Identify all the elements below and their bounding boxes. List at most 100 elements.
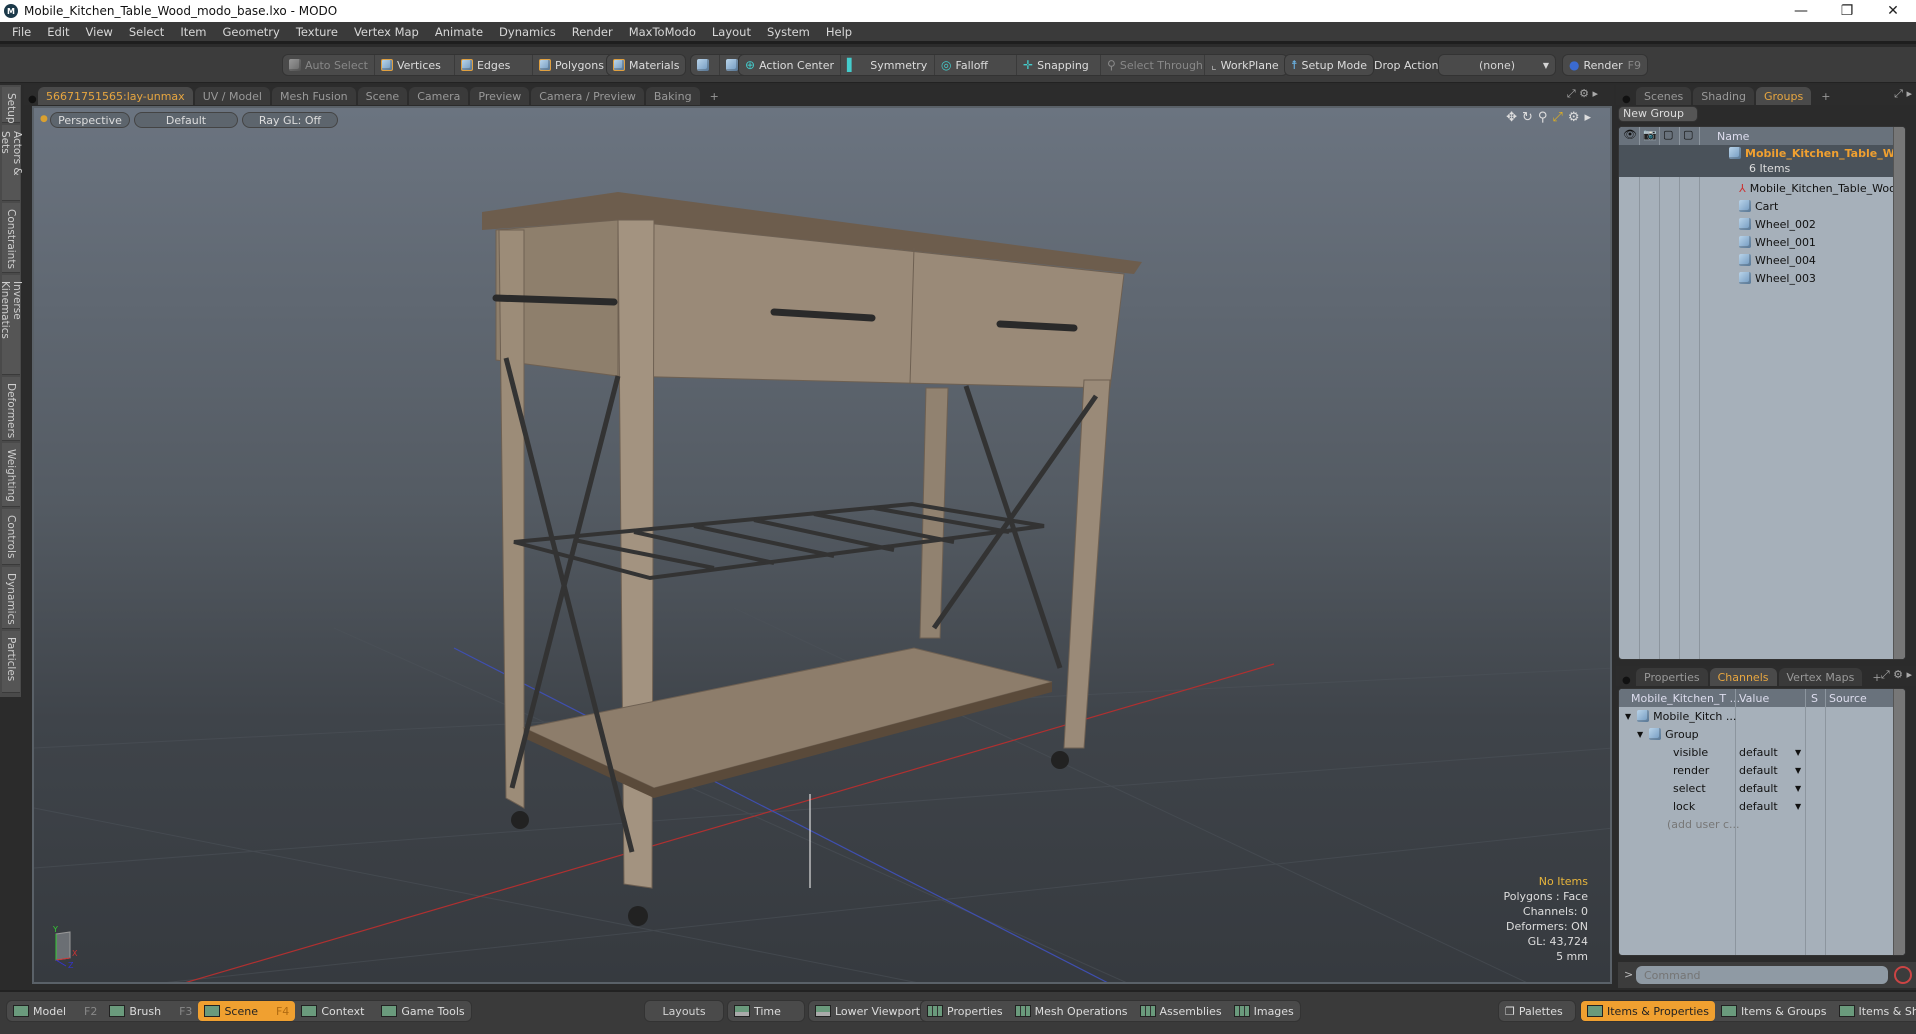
falloff-button[interactable]: ◎ Falloff bbox=[935, 55, 1018, 75]
images-button[interactable]: Images bbox=[1228, 1001, 1300, 1021]
menu-item[interactable]: Item bbox=[172, 25, 214, 39]
menu-maxtomodo[interactable]: MaxToModo bbox=[621, 25, 704, 39]
menu-file[interactable]: File bbox=[0, 25, 39, 39]
menu-help[interactable]: Help bbox=[818, 25, 860, 39]
menu-view[interactable]: View bbox=[78, 25, 121, 39]
materials-button[interactable]: Materials bbox=[607, 55, 685, 75]
menu-render[interactable]: Render bbox=[564, 25, 621, 39]
list-item[interactable]: Wheel_002 bbox=[1619, 215, 1905, 233]
item-mode-button[interactable] bbox=[691, 55, 720, 75]
viewport-options-icons[interactable]: ⤢ ⚙ ▸ bbox=[1567, 87, 1598, 101]
channel-row[interactable]: visible default ▼ bbox=[1619, 743, 1905, 761]
tab-weighting[interactable]: Weighting bbox=[2, 443, 20, 507]
channels-scrollbar[interactable] bbox=[1893, 689, 1905, 955]
tab-inverse-kinematics[interactable]: Inverse Kinematics bbox=[0, 275, 23, 375]
workplane-button[interactable]: ⌞ WorkPlane bbox=[1205, 55, 1287, 75]
channel-value-header[interactable]: Value bbox=[1739, 692, 1769, 705]
items-shading-button[interactable]: Items & Shading bbox=[1833, 1001, 1916, 1021]
name-column-header[interactable]: Name bbox=[1717, 130, 1749, 143]
menu-animate[interactable]: Animate bbox=[427, 25, 491, 39]
channel-row[interactable]: render default ▼ bbox=[1619, 761, 1905, 779]
lock-column-icon[interactable]: ▢ bbox=[1663, 128, 1673, 141]
chevron-down-icon[interactable]: ▼ bbox=[1795, 748, 1801, 757]
tab-actors-sets[interactable]: Actors & Sets bbox=[0, 125, 23, 201]
new-group-button[interactable]: New Group bbox=[1618, 106, 1698, 122]
list-item[interactable]: Wheel_001 bbox=[1619, 233, 1905, 251]
list-item[interactable]: Wheel_004 bbox=[1619, 251, 1905, 269]
expand-arrow-icon[interactable]: ▼ bbox=[1625, 712, 1631, 721]
context-layout-button[interactable]: Context bbox=[295, 1001, 375, 1021]
render-button[interactable]: ● Render F9 bbox=[1563, 55, 1647, 75]
add-panel-tab-button[interactable]: + bbox=[1813, 87, 1838, 105]
channel-value-select[interactable]: default bbox=[1739, 800, 1778, 813]
symmetry-button[interactable]: ▌ Symmetry bbox=[841, 55, 936, 75]
render-column-icon[interactable]: 📷 bbox=[1643, 128, 1657, 141]
menu-dynamics[interactable]: Dynamics bbox=[491, 25, 564, 39]
lower-viewports-button[interactable]: Lower Viewports bbox=[808, 1000, 933, 1022]
channel-name-header[interactable]: Mobile_Kitchen_T ... bbox=[1631, 692, 1740, 705]
tab-channels[interactable]: Channels bbox=[1709, 668, 1777, 686]
channel-s-header[interactable]: S bbox=[1811, 692, 1818, 705]
restore-button[interactable]: ❐ bbox=[1824, 0, 1870, 22]
items-groups-button[interactable]: Items & Groups bbox=[1715, 1001, 1833, 1021]
assemblies-button[interactable]: Assemblies bbox=[1134, 1001, 1228, 1021]
time-button[interactable]: Time bbox=[727, 1000, 805, 1022]
group-root-row[interactable]: Mobile_Kitchen_Table_W... 6 Items bbox=[1619, 145, 1905, 177]
tab-camera-preview[interactable]: Camera / Preview bbox=[531, 87, 644, 105]
chevron-down-icon[interactable]: ▼ bbox=[1795, 766, 1801, 775]
panel-menu-dot-icon[interactable]: ● bbox=[1616, 94, 1636, 105]
channel-root-row[interactable]: ▼ Mobile_Kitch ... bbox=[1619, 707, 1905, 725]
channels-menu-dot-icon[interactable]: ● bbox=[1616, 675, 1636, 686]
snapping-button[interactable]: ✛ Snapping bbox=[1017, 55, 1102, 75]
menu-texture[interactable]: Texture bbox=[288, 25, 346, 39]
add-user-channel-row[interactable]: (add user c... bbox=[1619, 815, 1905, 833]
tab-scenes[interactable]: Scenes bbox=[1636, 87, 1692, 105]
channels-panel-icons[interactable]: ⤢ ⚙ ▸ bbox=[1881, 668, 1912, 682]
tab-controls[interactable]: Controls bbox=[2, 509, 20, 565]
tab-preview[interactable]: Preview bbox=[470, 87, 530, 105]
setup-mode-button[interactable]: ☨ Setup Mode bbox=[1285, 55, 1373, 75]
panel-expand-icon[interactable]: ⤢ ▸ bbox=[1894, 87, 1912, 101]
menu-layout[interactable]: Layout bbox=[704, 25, 759, 39]
3d-viewport[interactable]: ● Perspective Default Ray GL: Off ✥↻⚲⤢⚙▸ bbox=[32, 106, 1612, 984]
channel-value-select[interactable]: default bbox=[1739, 764, 1778, 777]
select-column-icon[interactable]: ▢ bbox=[1683, 128, 1693, 141]
list-item[interactable]: Cart bbox=[1619, 197, 1905, 215]
tab-setup[interactable]: Setup bbox=[2, 87, 20, 124]
brush-layout-button[interactable]: Brush F3 bbox=[103, 1001, 198, 1021]
tab-dynamics[interactable]: Dynamics bbox=[2, 567, 20, 629]
tab-layout-unmax[interactable]: 56671751565:lay-unmax bbox=[38, 87, 193, 105]
tab-baking[interactable]: Baking bbox=[645, 87, 700, 105]
game-tools-layout-button[interactable]: Game Tools bbox=[375, 1001, 470, 1021]
vertices-button[interactable]: Vertices bbox=[375, 55, 455, 75]
menu-select[interactable]: Select bbox=[121, 25, 172, 39]
tab-particles[interactable]: Particles bbox=[2, 631, 20, 693]
add-tab-button[interactable]: + bbox=[702, 87, 727, 105]
tab-groups[interactable]: Groups bbox=[1755, 87, 1812, 105]
items-properties-button[interactable]: Items & Properties bbox=[1581, 1001, 1715, 1021]
tab-uv-model[interactable]: UV / Model bbox=[194, 87, 270, 105]
auto-select-button[interactable]: Auto Select bbox=[283, 55, 375, 75]
tab-deformers[interactable]: Deformers bbox=[2, 377, 20, 441]
tab-camera[interactable]: Camera bbox=[409, 87, 469, 105]
drop-action-select[interactable]: (none) ▼ bbox=[1438, 54, 1556, 76]
minimize-button[interactable]: — bbox=[1778, 0, 1824, 22]
chevron-down-icon[interactable]: ▼ bbox=[1795, 784, 1801, 793]
list-item[interactable]: Wheel_003 bbox=[1619, 269, 1905, 287]
list-item[interactable]: ⅄ Mobile_Kitchen_Table_Wood bbox=[1619, 179, 1905, 197]
tab-constraints[interactable]: Constraints bbox=[2, 203, 20, 273]
layouts-button[interactable]: Layouts bbox=[644, 1000, 724, 1022]
channel-row[interactable]: select default ▼ bbox=[1619, 779, 1905, 797]
menu-system[interactable]: System bbox=[759, 25, 818, 39]
expand-arrow-icon[interactable]: ▼ bbox=[1637, 730, 1643, 739]
polygons-button[interactable]: Polygons bbox=[533, 55, 613, 75]
menu-vertex-map[interactable]: Vertex Map bbox=[346, 25, 427, 39]
channel-value-select[interactable]: default bbox=[1739, 746, 1778, 759]
channel-value-select[interactable]: default bbox=[1739, 782, 1778, 795]
tab-properties[interactable]: Properties bbox=[1636, 668, 1708, 686]
tab-scene[interactable]: Scene bbox=[357, 87, 408, 105]
tab-shading[interactable]: Shading bbox=[1693, 87, 1754, 105]
tab-vertex-maps[interactable]: Vertex Maps bbox=[1778, 668, 1863, 686]
tab-mesh-fusion[interactable]: Mesh Fusion bbox=[272, 87, 356, 105]
scene-layout-button[interactable]: Scene F4 bbox=[198, 1001, 296, 1021]
